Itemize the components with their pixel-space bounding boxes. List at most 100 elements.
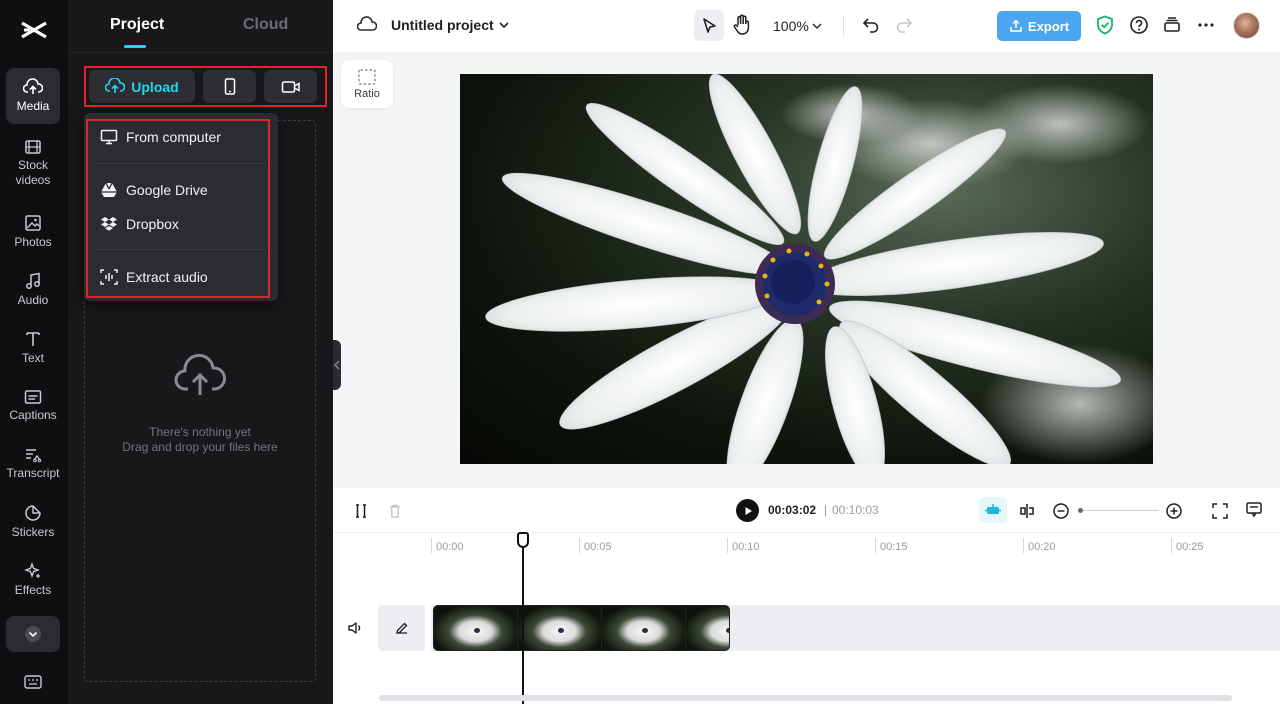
keyboard-shortcuts-icon[interactable] <box>22 674 44 695</box>
menu-item-from-computer-label: From computer <box>126 129 221 145</box>
feedback-icon[interactable] <box>1245 501 1263 524</box>
rail-text[interactable]: Text <box>6 320 60 376</box>
time-separator: | <box>824 503 828 517</box>
timeline-zoom-handle[interactable] <box>1078 508 1083 513</box>
shield-check-icon[interactable] <box>1096 15 1114 40</box>
project-title[interactable]: Untitled project <box>391 17 494 33</box>
menu-item-from-computer[interactable]: From computer <box>100 129 221 145</box>
upload-button-label: Upload <box>131 78 179 95</box>
empty-state-title: There's nothing yet <box>149 425 251 439</box>
rail-text-label: Text <box>21 351 44 365</box>
magnet-icon <box>985 504 1001 514</box>
layers-icon[interactable] <box>1163 15 1181 40</box>
clip-thumbnail <box>686 606 729 650</box>
edit-cover-button[interactable] <box>378 605 425 651</box>
playhead-handle[interactable] <box>517 532 529 548</box>
transcript-icon <box>26 449 42 463</box>
rail-effects[interactable]: Effects <box>6 552 60 608</box>
rail-stock-videos-label: Stock videos <box>15 157 51 187</box>
auto-snap-button[interactable] <box>979 497 1007 523</box>
fit-screen-icon[interactable] <box>1211 502 1229 525</box>
user-avatar[interactable] <box>1233 12 1260 39</box>
panel-divider <box>68 52 333 53</box>
video-preview[interactable] <box>460 74 1153 464</box>
panel-collapse-handle[interactable] <box>333 340 341 390</box>
cloud-sync-icon[interactable] <box>356 16 378 38</box>
total-duration: 00:10:03 <box>832 503 879 517</box>
rail-audio-label: Audio <box>17 293 49 307</box>
more-options-icon[interactable] <box>1197 15 1215 40</box>
sparkle-icon <box>24 562 41 579</box>
rail-transcript[interactable]: Transcript <box>6 436 60 492</box>
time-tick: 00:10 <box>727 538 760 553</box>
sticker-icon <box>25 505 41 521</box>
menu-item-dropbox-label: Dropbox <box>126 216 179 232</box>
media-panel: Project Cloud Upload There's nothing yet… <box>68 0 333 704</box>
menu-item-google-drive-label: Google Drive <box>126 182 208 198</box>
tab-active-indicator <box>124 45 146 48</box>
upload-toolbar: Upload <box>84 66 327 107</box>
mute-audio-icon[interactable] <box>347 621 363 640</box>
cloud-upload-icon <box>174 353 227 402</box>
pointer-icon <box>703 17 716 33</box>
menu-item-dropbox[interactable]: Dropbox <box>100 216 179 232</box>
redo-icon[interactable] <box>895 16 913 39</box>
zoom-in-icon[interactable] <box>1165 502 1183 525</box>
timeline-scrollbar[interactable] <box>379 695 1232 701</box>
rail-photos[interactable]: Photos <box>6 204 60 260</box>
menu-divider <box>96 163 266 164</box>
split-icon[interactable] <box>353 503 369 524</box>
record-button[interactable] <box>264 70 317 103</box>
rail-captions[interactable]: Captions <box>6 378 60 434</box>
play-button[interactable] <box>736 499 759 522</box>
play-icon <box>745 506 752 515</box>
tab-project[interactable]: Project <box>110 16 164 34</box>
text-icon <box>26 332 40 346</box>
pencil-icon <box>395 622 407 634</box>
empty-state-hint: Drag and drop your files here <box>122 440 278 454</box>
playhead-line[interactable] <box>522 546 524 704</box>
capcut-logo[interactable] <box>0 10 68 50</box>
time-tick: 00:05 <box>579 538 612 553</box>
chevron-down-icon[interactable] <box>498 18 510 36</box>
ratio-button[interactable]: Ratio <box>341 60 393 108</box>
captions-icon <box>24 390 42 404</box>
video-clip[interactable] <box>433 605 730 651</box>
rail-stickers[interactable]: Stickers <box>6 494 60 550</box>
menu-item-extract-audio[interactable]: Extract audio <box>100 269 208 285</box>
chevron-down-icon[interactable] <box>811 19 823 37</box>
chevron-left-icon <box>334 360 340 370</box>
delete-icon[interactable] <box>387 503 403 524</box>
image-icon <box>25 215 41 231</box>
zoom-level[interactable]: 100% <box>773 18 809 34</box>
undo-icon[interactable] <box>862 16 880 39</box>
time-tick: 00:25 <box>1171 538 1204 553</box>
chevron-down-circle-icon <box>25 626 41 642</box>
cloud-upload-icon <box>23 78 43 94</box>
select-tool-button[interactable] <box>694 10 724 41</box>
upload-button[interactable]: Upload <box>89 70 195 103</box>
split-clip-icon[interactable] <box>1018 502 1036 525</box>
zoom-out-icon[interactable] <box>1052 502 1070 525</box>
phone-upload-button[interactable] <box>203 70 256 103</box>
rail-media[interactable]: Media <box>6 68 60 124</box>
menu-item-extract-audio-label: Extract audio <box>126 269 208 285</box>
timeline-panel: 00:03:02 | 00:10:03 00:00 00:05 00:10 00… <box>333 488 1280 704</box>
timeline-divider <box>333 532 1280 533</box>
aspect-ratio-icon <box>358 69 376 85</box>
export-button[interactable]: Export <box>997 11 1081 41</box>
export-icon <box>1010 19 1022 32</box>
google-drive-icon <box>101 182 117 197</box>
rail-more-button[interactable] <box>6 616 60 652</box>
film-icon <box>25 139 41 154</box>
tab-cloud[interactable]: Cloud <box>243 16 288 34</box>
rail-stock-videos[interactable]: Stock videos <box>6 135 60 191</box>
export-button-label: Export <box>1027 18 1070 34</box>
rail-stickers-label: Stickers <box>11 525 55 539</box>
timeline-zoom-slider[interactable] <box>1079 510 1159 511</box>
upload-dropdown-menu: From computer Google Drive Dropbox Extra… <box>84 113 278 301</box>
rail-audio[interactable]: Audio <box>6 262 60 318</box>
menu-item-google-drive[interactable]: Google Drive <box>100 182 208 198</box>
help-icon[interactable] <box>1129 15 1149 40</box>
hand-tool-icon[interactable] <box>732 14 752 41</box>
